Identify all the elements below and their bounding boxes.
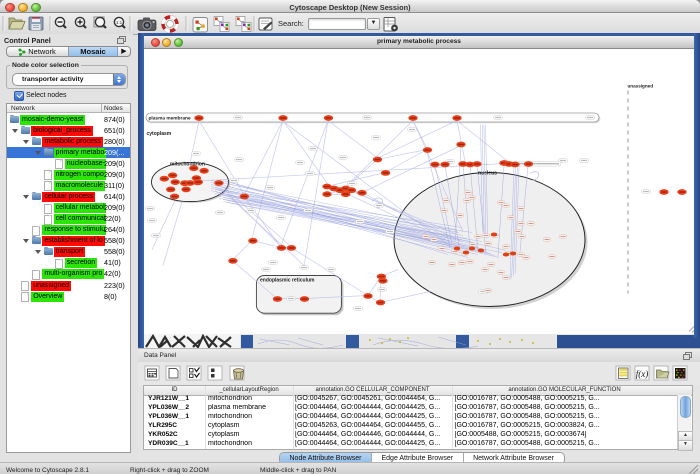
svg-text:cytoplasm: cytoplasm — [147, 131, 172, 137]
svg-text:unassigned: unassigned — [628, 83, 654, 88]
svg-text:nucleus: nucleus — [478, 170, 497, 176]
svg-text:mitochondrion: mitochondrion — [170, 161, 205, 167]
svg-text:f(x): f(x) — [636, 369, 649, 379]
svg-text:1:1: 1:1 — [116, 20, 123, 25]
svg-text:plasma membrane: plasma membrane — [149, 115, 191, 121]
svg-text:endoplasmic reticulum: endoplasmic reticulum — [260, 277, 315, 283]
